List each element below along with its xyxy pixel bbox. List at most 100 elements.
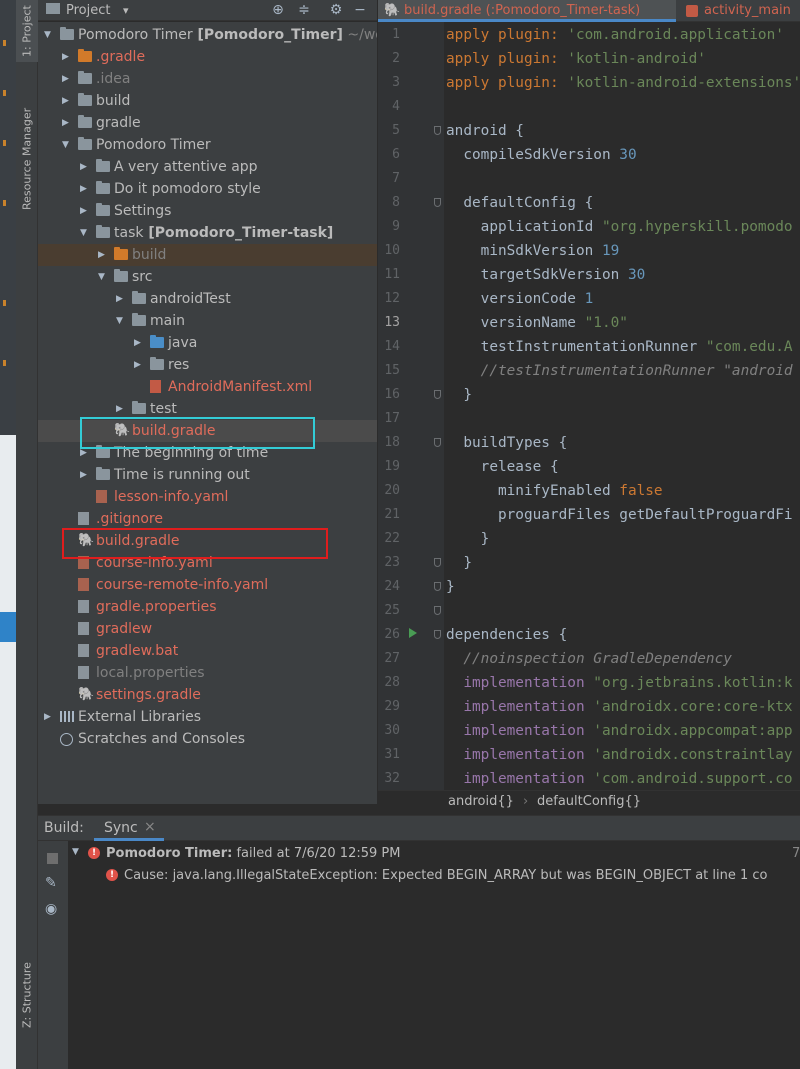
gear-icon[interactable]: ⚙ [328, 2, 344, 18]
file-icon [96, 490, 107, 503]
tab-sync[interactable]: Sync × [94, 816, 164, 841]
build-failed-item[interactable]: Pomodoro Timer: failed at 7/6/20 12:59 P… [106, 846, 400, 861]
tree-item[interactable]: ▶ build [38, 90, 377, 112]
tree-item[interactable]: ▶ .gradle [38, 46, 377, 68]
line-number: 5 [392, 123, 400, 138]
tree-item[interactable]: course-remote-info.yaml [38, 574, 377, 596]
project-view-selector[interactable]: Project [66, 3, 110, 18]
collapse-arrow-icon[interactable]: ▶ [134, 332, 144, 354]
tree-item[interactable]: ▼ main [38, 310, 377, 332]
tree-item-label: gradlew [96, 621, 153, 637]
tab-activity-main[interactable]: activity_main [678, 0, 800, 22]
error-cause[interactable]: Cause: java.lang.IllegalStateException: … [124, 868, 768, 883]
line-number: 20 [384, 483, 400, 498]
tree-item[interactable]: AndroidManifest.xml [38, 376, 377, 398]
strip-mark [3, 140, 6, 146]
collapse-arrow-icon[interactable]: ▶ [80, 200, 90, 222]
expand-arrow-icon[interactable]: ▼ [98, 266, 108, 288]
fold-icon[interactable] [434, 390, 441, 399]
code-token: 'com.android.application' [567, 27, 784, 43]
tab-build-gradle[interactable]: 🐘 build.gradle (:Pomodoro_Timer-task) [378, 0, 676, 22]
crosshair-icon[interactable]: ⊕ [270, 2, 286, 18]
tree-item[interactable]: ▼ task [Pomodoro_Timer-task] [38, 222, 377, 244]
collapse-arrow-icon[interactable]: ▶ [44, 706, 54, 728]
fold-icon[interactable] [434, 126, 441, 135]
expand-arrow-icon[interactable]: ▼ [72, 847, 79, 857]
tree-item[interactable]: ▶ gradle [38, 112, 377, 134]
line-number: 21 [384, 507, 400, 522]
fold-icon[interactable] [434, 606, 441, 615]
collapse-arrow-icon[interactable]: ▶ [62, 90, 72, 112]
tree-item[interactable]: gradlew [38, 618, 377, 640]
line-number: 3 [392, 75, 400, 90]
tree-item[interactable]: local.properties [38, 662, 377, 684]
tree-item[interactable]: ▶ A very attentive app [38, 156, 377, 178]
chevron-down-icon[interactable]: ▾ [123, 4, 129, 17]
collapse-arrow-icon[interactable]: ▶ [62, 112, 72, 134]
expand-arrow-icon[interactable]: ▼ [44, 24, 54, 46]
collapse-arrow-icon[interactable]: ▶ [80, 156, 90, 178]
collapse-arrow-icon[interactable]: ▶ [98, 244, 108, 266]
tree-item[interactable]: ▶ java [38, 332, 377, 354]
tree-item-label: AndroidManifest.xml [168, 379, 313, 395]
tree-item[interactable]: lesson-info.yaml [38, 486, 377, 508]
code-token: applicationId [446, 219, 602, 235]
tree-item[interactable]: ▶ External Libraries [38, 706, 377, 728]
tree-item[interactable]: ▶ Time is running out [38, 464, 377, 486]
folder-icon [96, 203, 110, 216]
tree-item[interactable]: ▼ src [38, 266, 377, 288]
tree-item[interactable]: 🐘 settings.gradle [38, 684, 377, 706]
fold-icon[interactable] [434, 630, 441, 639]
breadcrumb-android[interactable]: android{} [448, 794, 514, 809]
tree-item[interactable]: gradlew.bat [38, 640, 377, 662]
code-editor[interactable]: apply plugin: 'com.android.application' a… [444, 22, 800, 790]
tree-item[interactable]: ▶ Do it pomodoro style [38, 178, 377, 200]
tree-item[interactable]: ▼ Pomodoro Timer [38, 134, 377, 156]
tree-item[interactable]: .gitignore [38, 508, 377, 530]
tree-item[interactable]: ▶ .idea [38, 68, 377, 90]
code-line: defaultConfig { [446, 191, 593, 215]
code-token: 30 [627, 267, 646, 283]
tree-item[interactable]: ▶ androidTest [38, 288, 377, 310]
tab-resource-manager[interactable]: Resource Manager [16, 100, 38, 218]
tree-item[interactable]: ▶ build [38, 244, 377, 266]
build-panel-header: Build: Sync × [38, 815, 800, 841]
fold-icon[interactable] [434, 582, 441, 591]
folder-icon [96, 225, 110, 238]
code-token: buildTypes { [446, 435, 568, 451]
close-icon[interactable]: × [144, 819, 156, 835]
collapse-icon[interactable]: ≑ [296, 2, 312, 18]
expand-arrow-icon[interactable]: ▼ [116, 310, 126, 332]
fold-icon[interactable] [434, 438, 441, 447]
strip-mark [3, 90, 6, 96]
run-icon[interactable] [409, 628, 417, 638]
collapse-arrow-icon[interactable]: ▶ [116, 288, 126, 310]
background-window-strip [0, 0, 16, 1069]
collapse-arrow-icon[interactable]: ▶ [62, 68, 72, 90]
build-label: Build: [44, 820, 84, 836]
expand-arrow-icon[interactable]: ▼ [80, 222, 90, 244]
code-token: apply plugin: [446, 51, 568, 67]
fold-icon[interactable] [434, 198, 441, 207]
expand-arrow-icon[interactable]: ▼ [62, 134, 72, 156]
stop-icon[interactable] [47, 853, 58, 864]
tree-item[interactable]: Scratches and Consoles [38, 728, 377, 750]
tree-item-label: androidTest [150, 291, 231, 307]
collapse-arrow-icon[interactable]: ▶ [62, 46, 72, 68]
fold-icon[interactable] [434, 558, 441, 567]
tree-item[interactable]: ▶ res [38, 354, 377, 376]
hide-icon[interactable]: − [352, 2, 368, 18]
tab-structure[interactable]: Z: Structure [16, 955, 38, 1035]
tree-item[interactable]: gradle.properties [38, 596, 377, 618]
breadcrumb-defaultconfig[interactable]: defaultConfig{} [537, 794, 641, 809]
eye-icon[interactable]: ◉ [45, 901, 57, 917]
collapse-arrow-icon[interactable]: ▶ [134, 354, 144, 376]
pin-icon[interactable]: ✎ [45, 875, 57, 891]
line-number: 13 [384, 315, 400, 330]
tree-item[interactable]: ▶ Settings [38, 200, 377, 222]
collapse-arrow-icon[interactable]: ▶ [80, 178, 90, 200]
code-token: implementation [463, 699, 594, 715]
tab-project[interactable]: 1: Project [16, 0, 38, 62]
tree-item[interactable]: ▼ Pomodoro Timer [Pomodoro_Timer] ~/wor [38, 24, 377, 46]
collapse-arrow-icon[interactable]: ▶ [80, 464, 90, 486]
